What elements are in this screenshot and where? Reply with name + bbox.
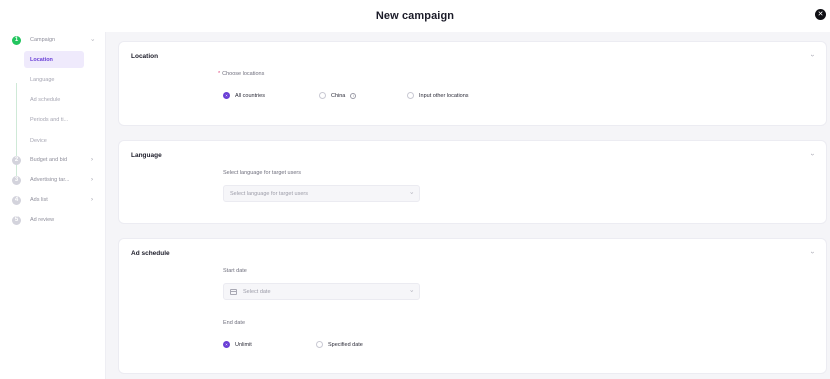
chevron-right-icon: › <box>91 177 93 183</box>
start-date-picker[interactable]: Select date › <box>223 283 420 300</box>
step-number: 2 <box>12 155 21 165</box>
step-number: 4 <box>12 195 21 205</box>
card-title: Ad schedule <box>131 250 170 257</box>
radio-dot <box>407 92 414 99</box>
step-label: Campaign <box>30 37 56 43</box>
step-advertising-target[interactable]: 3 Advertising tar... › <box>0 173 106 187</box>
radio-label: Input other locations <box>419 92 469 99</box>
close-icon[interactable]: ✕ <box>815 9 826 20</box>
main-content: Location › * Choose locations All countri… <box>106 32 830 379</box>
location-card: Location › * Choose locations All countri… <box>118 41 827 126</box>
radio-dot <box>319 92 326 99</box>
end-date-label: End date <box>223 320 246 326</box>
choose-locations-label: * Choose locations <box>218 71 265 77</box>
sidebar-item-periods[interactable]: Periods and ti... <box>24 111 84 128</box>
radio-label: All countries <box>235 92 265 99</box>
step-ads-list[interactable]: 4 Ads list › <box>0 193 106 207</box>
start-date-label: Start date <box>223 268 247 274</box>
radio-other-locations[interactable]: Input other locations <box>407 92 469 99</box>
radio-unlimit[interactable]: Unlimit <box>223 341 252 348</box>
radio-all-countries[interactable]: All countries <box>223 92 265 99</box>
select-placeholder: Select language for target users <box>230 190 308 197</box>
radio-dot <box>223 341 230 348</box>
chevron-down-icon: › <box>89 39 95 41</box>
page-title: New campaign <box>375 10 455 22</box>
step-number: 1 <box>12 35 21 45</box>
card-title: Language <box>131 152 162 159</box>
card-title: Location <box>131 53 159 60</box>
language-select[interactable]: Select language for target users › <box>223 185 420 202</box>
step-label: Budget and bid <box>30 157 68 163</box>
step-label: Advertising tar... <box>30 177 70 183</box>
chevron-down-icon: › <box>408 290 414 292</box>
radio-dot <box>223 92 230 99</box>
sidebar-item-language[interactable]: Language <box>24 71 84 88</box>
steps-sidebar: 1 Campaign › Location Language Ad schedu… <box>0 32 106 379</box>
sidebar-item-ad-schedule[interactable]: Ad schedule <box>24 91 84 108</box>
language-card: Language › Select language for target us… <box>118 140 827 224</box>
sidebar-item-device[interactable]: Device <box>24 132 84 149</box>
substep-line <box>16 83 17 183</box>
sidebar-item-location[interactable]: Location <box>24 51 84 68</box>
calendar-icon <box>230 288 237 295</box>
chevron-down-icon: › <box>408 192 414 194</box>
step-ad-review[interactable]: 5 Ad review <box>0 213 106 227</box>
radio-label: Unlimit <box>235 341 252 348</box>
radio-china[interactable]: China i <box>319 92 357 99</box>
step-number: 3 <box>12 175 21 185</box>
ad-schedule-card: Ad schedule › Start date Select date › E… <box>118 238 827 374</box>
chevron-right-icon: › <box>91 157 93 163</box>
step-campaign[interactable]: 1 Campaign › <box>0 33 106 47</box>
radio-dot <box>316 341 323 348</box>
radio-specified-date[interactable]: Specified date <box>316 341 363 348</box>
modal-header: New campaign ✕ <box>0 0 830 32</box>
select-placeholder: Select date <box>243 288 271 295</box>
step-label: Ads list <box>30 197 48 203</box>
step-label: Ad review <box>30 217 55 223</box>
language-label: Select language for target users <box>223 170 301 176</box>
radio-label: Specified date <box>328 341 363 348</box>
radio-label: China <box>331 92 346 99</box>
chevron-down-icon[interactable]: › <box>808 251 815 253</box>
chevron-down-icon[interactable]: › <box>808 153 815 155</box>
chevron-down-icon[interactable]: › <box>808 54 815 56</box>
step-number: 5 <box>12 215 21 225</box>
step-budget-and-bid[interactable]: 2 Budget and bid › <box>0 153 106 167</box>
chevron-right-icon: › <box>91 197 93 203</box>
info-icon[interactable]: i <box>350 92 357 99</box>
